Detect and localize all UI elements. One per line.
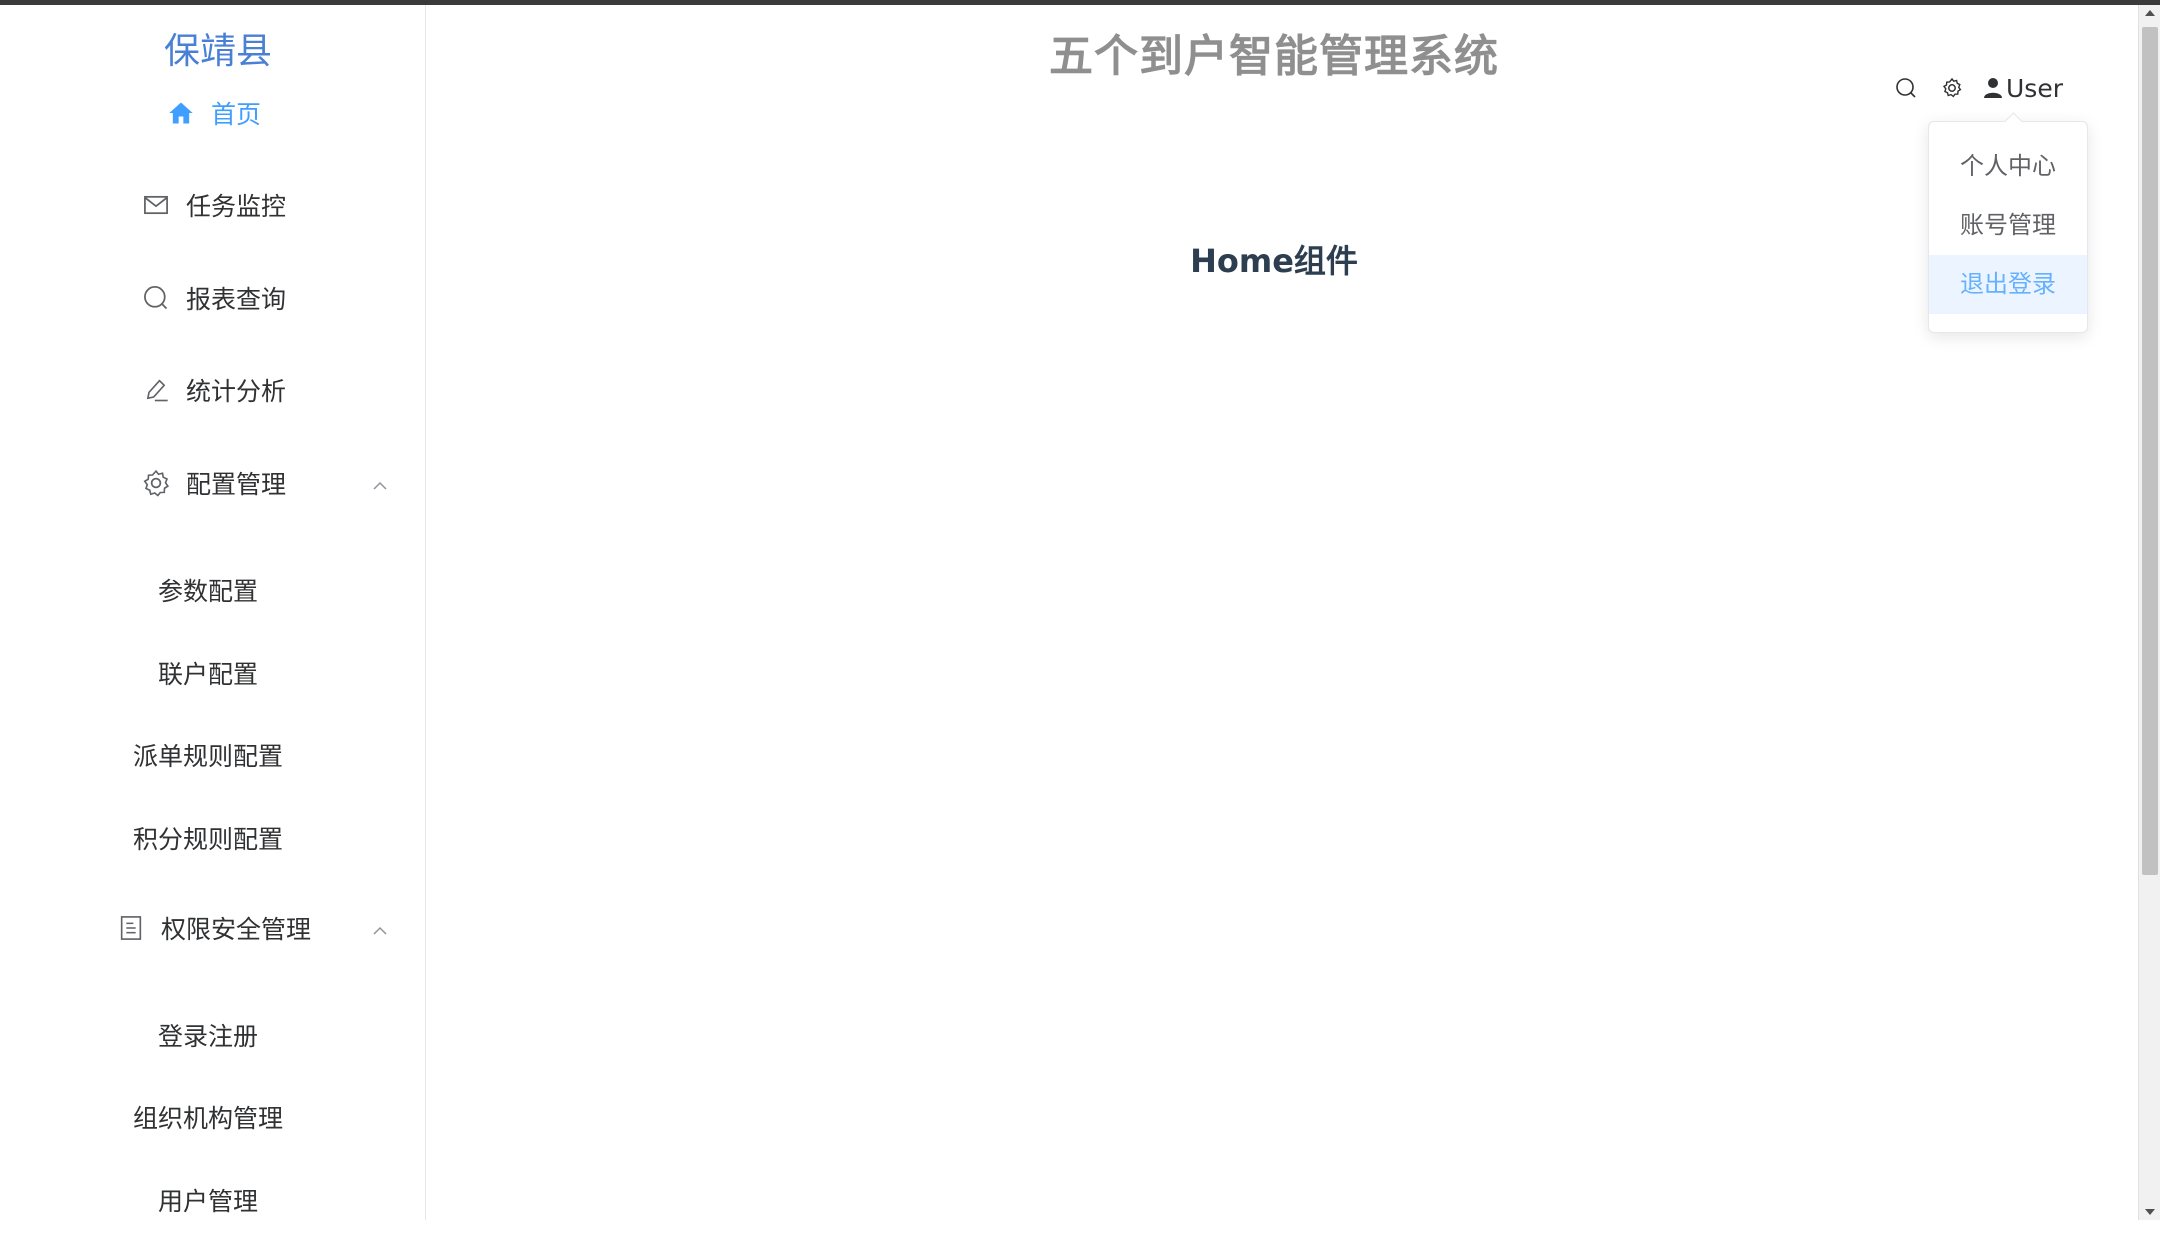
sidebar-item-config[interactable]: 配置管理 <box>0 443 426 523</box>
sidebar-item-security[interactable]: 权限安全管理 <box>0 888 426 968</box>
sidebar-item-statistics[interactable]: 统计分析 <box>0 350 426 430</box>
sidebar: 保靖县 首页 任务监控 报表查询 统计分析 配置管理 参数配置 联户配置 派单规… <box>0 5 426 1220</box>
user-dropdown-menu: 个人中心 账号管理 退出登录 <box>1928 121 2088 333</box>
menu-item-personal-center[interactable]: 个人中心 <box>1929 137 2087 196</box>
brand-title: 保靖县 <box>163 31 272 72</box>
gear-icon <box>140 467 172 499</box>
document-icon <box>115 912 147 944</box>
sub-item-household-config[interactable]: 联户配置 <box>0 638 426 708</box>
sub-item-points-rule-config[interactable]: 积分规则配置 <box>0 803 426 873</box>
app-title: 五个到户智能管理系统 <box>1049 31 1499 82</box>
sidebar-item-label: 任务监控 <box>185 192 286 221</box>
search-icon <box>140 282 172 314</box>
mail-icon <box>140 189 172 221</box>
user-menu-button[interactable]: User <box>1982 74 2063 103</box>
sub-item-param-config[interactable]: 参数配置 <box>0 555 426 625</box>
sidebar-item-label: 权限安全管理 <box>160 915 311 944</box>
sub-item-dispatch-rule-config[interactable]: 派单规则配置 <box>0 720 426 790</box>
user-label: User <box>2006 73 2063 103</box>
scroll-down-arrow-icon[interactable] <box>2145 1209 2155 1215</box>
sidebar-item-label: 配置管理 <box>185 470 286 499</box>
vertical-scrollbar[interactable] <box>2138 5 2160 1220</box>
sidebar-item-home[interactable]: 首页 <box>0 73 426 153</box>
scroll-up-arrow-icon[interactable] <box>2145 10 2155 16</box>
main-heading: Home组件 <box>1190 242 1358 280</box>
user-icon <box>1982 76 2004 100</box>
sub-item-login-register[interactable]: 登录注册 <box>0 1000 426 1070</box>
chevron-up-icon <box>370 473 390 493</box>
sidebar-item-report-query[interactable]: 报表查询 <box>0 258 426 338</box>
sub-item-org-management[interactable]: 组织机构管理 <box>0 1082 426 1152</box>
sidebar-item-label: 统计分析 <box>185 377 286 406</box>
chevron-up-icon <box>370 918 390 938</box>
gear-icon[interactable] <box>1936 72 1968 104</box>
header-toolbar: User <box>1890 68 2063 108</box>
scroll-thumb[interactable] <box>2142 27 2158 875</box>
sub-item-user-management[interactable]: 用户管理 <box>0 1165 426 1235</box>
sidebar-item-label: 报表查询 <box>185 285 286 314</box>
sidebar-item-task-monitor[interactable]: 任务监控 <box>0 165 426 245</box>
home-icon <box>165 97 197 129</box>
edit-icon <box>140 374 172 406</box>
search-icon[interactable] <box>1890 72 1922 104</box>
sidebar-item-label: 首页 <box>210 100 261 129</box>
